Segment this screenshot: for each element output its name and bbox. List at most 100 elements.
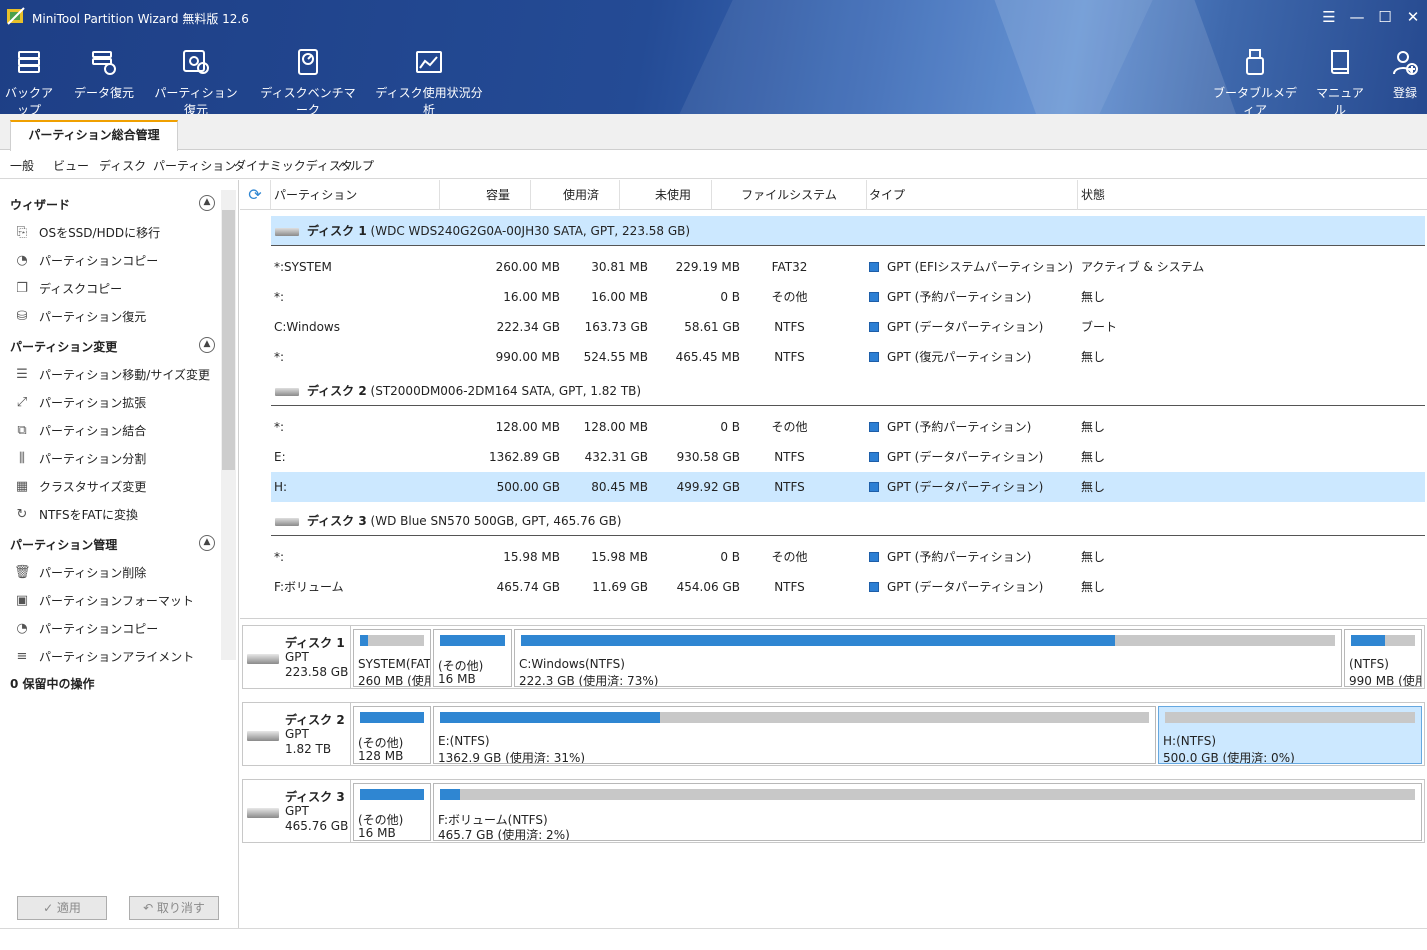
disk-map-3[interactable]: ディスク 3 GPT 465.76 GB (その他) 16 MB F:ボリューム(NTFS… <box>242 779 1425 843</box>
menu-view[interactable]: ビュー <box>53 157 89 174</box>
apply-button[interactable]: ✓ 適用 <box>17 896 107 920</box>
disk-map-partition[interactable]: C:Windows(NTFS) 222.3 GB (使用済: 73%) <box>514 629 1342 687</box>
manage-delete[interactable]: 🗑 パーティション削除 <box>14 564 146 581</box>
cell-text: NTFS <box>774 450 805 464</box>
menu-icon[interactable]: ☰ <box>1316 6 1342 28</box>
partition-row[interactable]: *:SYSTEM 260.00 MB 30.81 MB 229.19 MB FAT32 G… <box>271 252 1425 282</box>
change-extend[interactable]: ⤢ パーティション拡張 <box>14 394 146 411</box>
partition-recovery-button[interactable]: パーティション復元 <box>152 48 240 114</box>
partition-row[interactable]: E: 1362.89 GB 432.31 GB 930.58 GB NTFS GPT (デ… <box>271 442 1425 472</box>
disk-map-1[interactable]: ディスク 1 GPT 223.58 GB SYSTEM(FAT3 260 MB (使用(… <box>242 625 1425 689</box>
collapse-manage-icon[interactable]: ▲ <box>199 535 215 551</box>
cell-text: GPT (予約パーティション) <box>887 290 1032 304</box>
disk-map-partition[interactable]: (その他) 128 MB <box>353 706 431 764</box>
disk-map-partition[interactable]: (その他) 16 MB <box>433 629 512 687</box>
disk-map-label[interactable]: ディスク 3 GPT 465.76 GB <box>243 780 351 842</box>
cell-text: NTFS <box>774 480 805 494</box>
cell-partition: H: <box>274 472 434 502</box>
disk-map-partition[interactable]: F:ボリューム(NTFS) 465.7 GB (使用済: 2%) <box>433 783 1422 841</box>
cell-type: GPT (データパーティション) <box>869 442 1069 472</box>
disk-map-partition[interactable]: SYSTEM(FAT3 260 MB (使用 <box>353 629 431 687</box>
undo-button[interactable]: ↶ 取り消す <box>129 896 219 920</box>
item-label: パーティション分割 <box>39 452 147 466</box>
partition-row[interactable]: *: 128.00 MB 128.00 MB 0 B その他 GPT (予約パーティション… <box>271 412 1425 442</box>
disk-map-partition[interactable]: (その他) 16 MB <box>353 783 431 841</box>
change-ntfs-to-fat[interactable]: ↻ NTFSをFATに変換 <box>14 506 138 523</box>
change-merge[interactable]: ⧉ パーティション結合 <box>14 422 146 439</box>
manage-copy[interactable]: ◔ パーティションコピー <box>14 620 158 637</box>
space-analyzer-label: ディスク使用状況分析 <box>375 86 483 114</box>
usage-bar <box>360 789 424 800</box>
disk-map-label[interactable]: ディスク 2 GPT 1.82 TB <box>243 703 351 765</box>
wizard-partition-copy[interactable]: ◔ パーティションコピー <box>14 252 158 269</box>
col-type[interactable]: タイプ <box>867 180 1078 210</box>
bootable-media-button[interactable]: ブータブルメディア <box>1212 48 1298 114</box>
refresh-icon[interactable]: ⟳ <box>240 180 271 210</box>
collapse-change-icon[interactable]: ▲ <box>199 337 215 353</box>
close-icon[interactable]: ✕ <box>1400 6 1426 28</box>
minimize-icon[interactable]: — <box>1344 6 1370 28</box>
col-used[interactable]: 使用済 <box>531 180 620 210</box>
partition-label: H:(NTFS) <box>1163 734 1217 748</box>
partition-type-icon <box>869 352 879 362</box>
space-analyzer-button[interactable]: ディスク使用状況分析 <box>374 48 484 114</box>
menu-help[interactable]: ヘルプ <box>338 157 374 174</box>
usage-bar <box>360 635 424 646</box>
disk-map-label[interactable]: ディスク 1 GPT 223.58 GB <box>243 626 351 688</box>
col-partition[interactable]: パーティション <box>271 180 440 210</box>
disk-map-size: 1.82 TB <box>285 742 332 756</box>
col-unused[interactable]: 未使用 <box>620 180 712 210</box>
cell-text: GPT (データパーティション) <box>887 450 1044 464</box>
data-recovery-button[interactable]: データ復元 <box>74 48 134 101</box>
disk-benchmark-button[interactable]: ディスクベンチマーク <box>260 48 356 114</box>
partition-row[interactable]: *: 990.00 MB 524.55 MB 465.45 MB NTFS GPT (復元… <box>271 342 1425 372</box>
extend-icon: ⤢ <box>16 394 28 410</box>
cell-status: 無し <box>1081 472 1381 502</box>
menu-dynamic-disk[interactable]: ダイナミックディスク <box>234 157 353 174</box>
disk-row-2[interactable]: ディスク 2 (ST2000DM006-2DM164 SATA, GPT, 1.… <box>271 376 1425 406</box>
change-cluster-size[interactable]: ▦ クラスタサイズ変更 <box>14 478 147 495</box>
partition-size: 222.3 GB (使用済: 73%) <box>519 674 659 687</box>
left-panel: ウィザード ▲ ⎘ OSをSSD/HDDに移行 ◔ パーティションコピー ❐ ディスク… <box>0 180 239 928</box>
disk-map-2[interactable]: ディスク 2 GPT 1.82 TB (その他) 128 MB E:(NTFS) 1362.… <box>242 702 1425 766</box>
change-move-resize[interactable]: ☰ パーティション移動/サイズ変更 <box>14 366 210 383</box>
disk-row-3[interactable]: ディスク 3 (WD Blue SN570 500GB, GPT, 465.76… <box>271 506 1425 536</box>
change-split[interactable]: ⫼ パーティション分割 <box>14 450 146 467</box>
manage-align[interactable]: ≡ パーティションアライメント <box>14 648 195 665</box>
partition-row[interactable]: F:ボリューム 465.74 GB 11.69 GB 454.06 GB NTFS GPT… <box>271 572 1425 602</box>
manual-button[interactable]: マニュアル <box>1314 48 1366 114</box>
wizard-disk-copy[interactable]: ❐ ディスクコピー <box>14 280 122 297</box>
collapse-wizard-icon[interactable]: ▲ <box>199 195 215 211</box>
col-capacity[interactable]: 容量 <box>440 180 531 210</box>
cell-filesystem: その他 <box>712 412 867 442</box>
cell-text: ブート <box>1081 320 1118 334</box>
disk-map-scheme: GPT <box>285 727 309 741</box>
user-add-icon <box>1393 51 1418 75</box>
partition-row[interactable]: C:Windows 222.34 GB 163.73 GB 58.61 GB NTFS G… <box>271 312 1425 342</box>
tab-partition-management[interactable]: パーティション総合管理 <box>10 120 178 151</box>
cell-text: H: <box>274 480 288 494</box>
wizard-migrate-os[interactable]: ⎘ OSをSSD/HDDに移行 <box>14 224 160 241</box>
maximize-icon[interactable]: ☐ <box>1372 6 1398 28</box>
partition-row[interactable]: *: 15.98 MB 15.98 MB 0 B その他 GPT (予約パーティション) 無… <box>271 542 1425 572</box>
disk-map-partition[interactable]: H:(NTFS) 500.0 GB (使用済: 0%) <box>1158 706 1422 764</box>
wizard-partition-recovery[interactable]: ⛁ パーティション復元 <box>14 308 147 325</box>
partition-row[interactable]: *: 16.00 MB 16.00 MB 0 B その他 GPT (予約パーティション) 無… <box>271 282 1425 312</box>
disk-row-1[interactable]: ディスク 1 (WDC WDS240G2G0A-00JH30 SATA, GPT… <box>271 216 1425 246</box>
partition-label: SYSTEM(FAT3 <box>358 657 431 671</box>
usage-bar <box>1351 635 1415 646</box>
disk-map-partition[interactable]: E:(NTFS) 1362.9 GB (使用済: 31%) <box>433 706 1156 764</box>
cell-partition: E: <box>274 442 434 472</box>
partition-row[interactable]: H: 500.00 GB 80.45 MB 499.92 GB NTFS GPT (データ… <box>271 472 1425 502</box>
menu-partition[interactable]: パーティション <box>153 157 236 174</box>
col-filesystem[interactable]: ファイルシステム <box>712 180 867 210</box>
disk-map-partition[interactable]: (NTFS) 990 MB (使用 <box>1344 629 1422 687</box>
col-status[interactable]: 状態 <box>1078 180 1427 210</box>
cell-text: GPT (データパーティション) <box>887 580 1044 594</box>
register-button[interactable]: 登録 <box>1388 48 1422 101</box>
menu-disk[interactable]: ディスク <box>99 157 146 174</box>
left-scrollbar-thumb[interactable] <box>222 210 235 470</box>
manage-format[interactable]: ▣ パーティションフォーマット <box>14 592 194 609</box>
menu-general[interactable]: 一般 <box>10 157 34 174</box>
backup-button[interactable]: バックアップ <box>2 48 56 114</box>
